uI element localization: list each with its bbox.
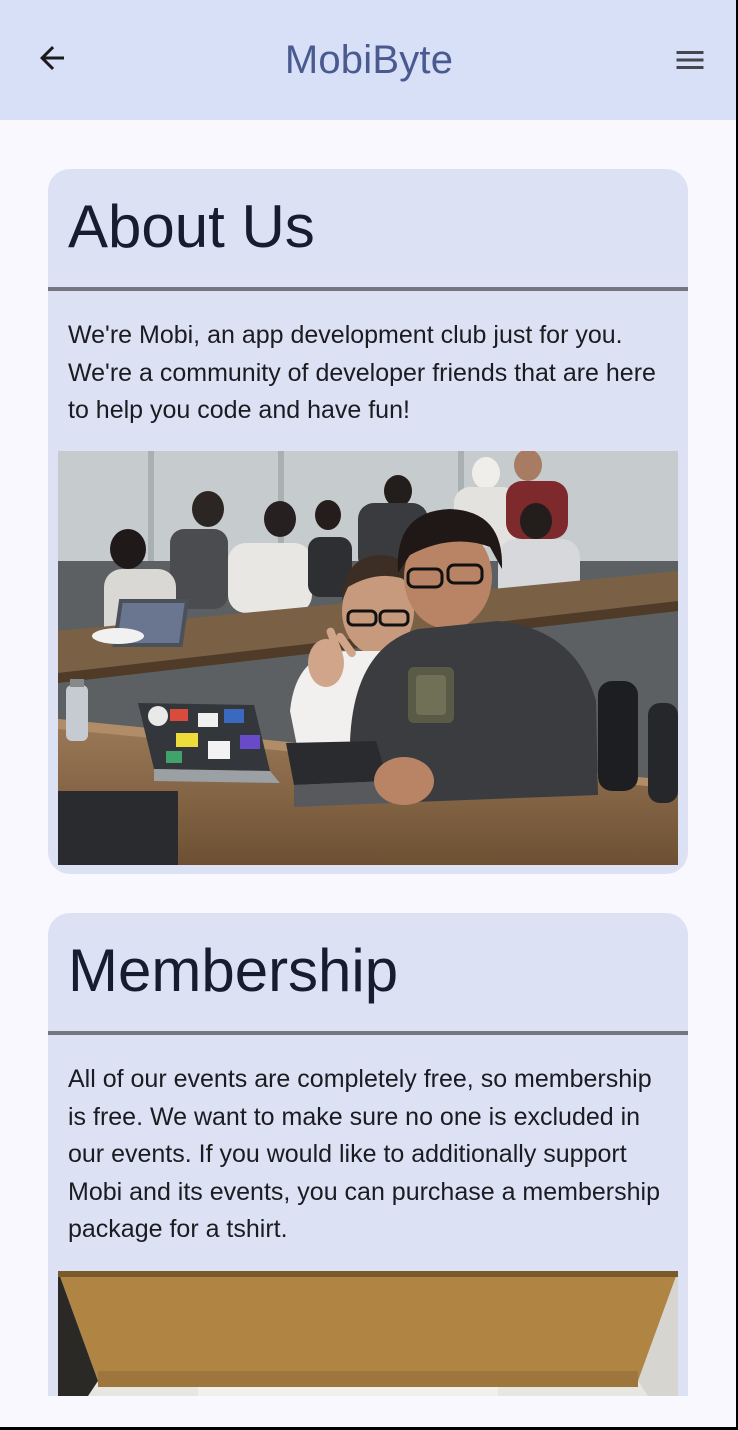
scroll-content[interactable]: About Us We're Mobi, an app development … (0, 120, 738, 1396)
top-app-bar: MobiByte (0, 0, 738, 120)
arrow-back-icon (40, 46, 64, 70)
hamburger-menu-icon (676, 51, 704, 69)
menu-button[interactable] (670, 38, 710, 82)
app-title: MobiByte (284, 37, 454, 82)
about-us-text: We're Mobi, an app development club just… (68, 321, 656, 424)
back-button[interactable] (30, 36, 74, 80)
membership-photo (58, 1271, 678, 1396)
membership-text: All of our events are completely free, s… (68, 1065, 660, 1243)
about-us-card: About Us We're Mobi, an app development … (48, 169, 688, 874)
club-members-photo (58, 451, 678, 865)
system-navigation-bar (0, 1396, 738, 1430)
membership-title: Membership (68, 937, 399, 1004)
about-us-title: About Us (68, 193, 315, 260)
membership-card: Membership All of our events are complet… (48, 913, 688, 1396)
